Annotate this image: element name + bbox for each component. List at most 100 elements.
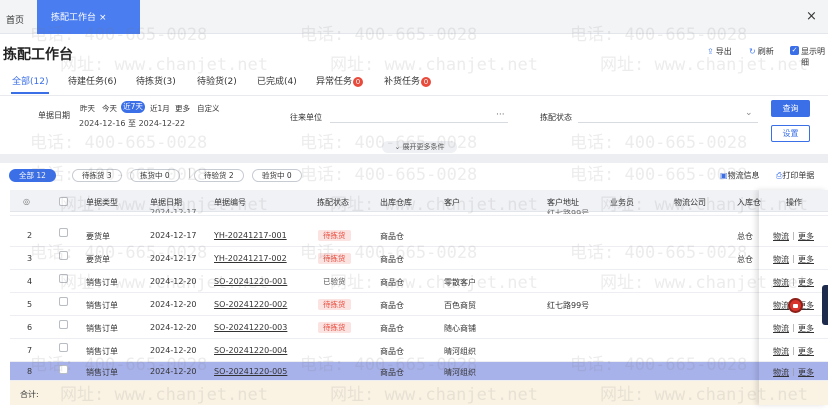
row-checkbox[interactable] xyxy=(59,343,68,352)
pill-waiting-check[interactable]: 待验货 2 xyxy=(194,169,244,182)
date-custom[interactable]: 自定义 xyxy=(197,103,220,114)
col-logistics[interactable]: 物流公司 xyxy=(674,197,706,208)
tab-waiting-check[interactable]: 待验货(2) xyxy=(197,74,237,87)
logistics-info-button[interactable]: ▣物流信息 xyxy=(720,170,760,181)
show-detail-checkbox[interactable]: ✓ xyxy=(790,46,799,55)
partner-more-icon[interactable]: ··· xyxy=(496,110,505,120)
row-number: 8 xyxy=(27,367,33,376)
col-warehouse[interactable]: 出库仓库 xyxy=(380,197,412,208)
side-drawer-tab[interactable] xyxy=(822,285,828,325)
row-checkbox[interactable] xyxy=(59,228,68,237)
window-close-icon[interactable]: × xyxy=(806,9,817,24)
cell-date: 2024-12-20 xyxy=(150,300,197,309)
pill-picking[interactable]: 拣货中 0 xyxy=(130,169,180,182)
export-button[interactable]: ⇪ 导出 xyxy=(707,46,732,57)
partner-input[interactable] xyxy=(330,122,508,123)
tab-waiting-pick[interactable]: 待拣货(3) xyxy=(136,74,176,87)
col-date[interactable]: 单据日期 xyxy=(150,197,182,208)
pill-all[interactable]: 全部 12 xyxy=(9,169,56,182)
table-row[interactable] xyxy=(10,270,828,293)
logistics-link[interactable]: 物流 xyxy=(773,300,789,311)
row-checkbox[interactable] xyxy=(59,274,68,283)
date-today[interactable]: 今天 xyxy=(102,103,117,114)
pill-waiting-pick[interactable]: 待拣货 3 xyxy=(72,169,122,182)
col-customer[interactable]: 客户 xyxy=(444,197,460,208)
row-checkbox[interactable] xyxy=(59,365,68,374)
cell-customer: 晴河组织 xyxy=(444,347,476,356)
tab-label: 拣配工作台 xyxy=(51,13,97,23)
table-row[interactable] xyxy=(10,212,828,216)
row-settings-icon[interactable]: ◎ xyxy=(23,197,30,206)
status-badge: 待拣货 xyxy=(318,230,351,241)
print-button[interactable]: ⎙打印单据 xyxy=(776,170,814,181)
date-more[interactable]: 更多 xyxy=(175,103,190,114)
expand-more-conditions[interactable]: ⌄ 展开更多条件 xyxy=(382,141,457,153)
row-checkbox[interactable] xyxy=(59,297,68,306)
cell-code-link[interactable]: YH-20241217-001 xyxy=(214,231,287,240)
floating-assistant-button[interactable] xyxy=(788,298,803,313)
more-link[interactable]: 更多 xyxy=(798,323,814,334)
col-code[interactable]: 单据编号 xyxy=(214,197,246,208)
logistics-link[interactable]: 物流 xyxy=(773,367,789,378)
tab-pending-create[interactable]: 待建任务(6) xyxy=(68,74,117,87)
pill-separator: | xyxy=(188,168,192,179)
more-link[interactable]: 更多 xyxy=(798,346,814,357)
row-number: 2 xyxy=(27,231,33,240)
cell-date: 2024-12-17 xyxy=(150,254,197,263)
table-row-selected[interactable] xyxy=(10,362,828,381)
col-in-warehouse[interactable]: 入库仓 xyxy=(737,197,761,208)
col-salesman[interactable]: 业务员 xyxy=(610,197,634,208)
table-row[interactable] xyxy=(10,339,828,362)
action-separator: | xyxy=(792,254,795,263)
col-type[interactable]: 单据类型 xyxy=(86,197,118,208)
refresh-button[interactable]: ↻ 刷新 xyxy=(749,46,774,57)
table-row[interactable] xyxy=(10,247,828,270)
cell-code-link[interactable]: SO-20241220-004 xyxy=(214,346,287,355)
col-status[interactable]: 拣配状态 xyxy=(317,197,349,208)
query-button[interactable]: 查询 xyxy=(771,100,810,117)
cell-code-link[interactable]: YH-20241217-002 xyxy=(214,254,287,263)
tab-home[interactable]: 首页 xyxy=(6,13,24,26)
more-link[interactable]: 更多 xyxy=(798,277,814,288)
table-row[interactable] xyxy=(10,316,828,339)
tab-exception[interactable]: 异常任务 0 xyxy=(316,74,364,87)
status-badge-text: 待拣货 xyxy=(318,322,351,333)
more-link[interactable]: 更多 xyxy=(798,231,814,242)
logistics-link[interactable]: 物流 xyxy=(773,254,789,265)
watermark-site: 网址: www.chanjet.net xyxy=(60,55,268,75)
settings-button[interactable]: 设置 xyxy=(771,125,810,142)
logistics-link[interactable]: 物流 xyxy=(773,346,789,357)
row-checkbox[interactable] xyxy=(59,320,68,329)
table-row[interactable] xyxy=(10,293,828,316)
action-separator: | xyxy=(792,367,795,376)
cell-code-link[interactable]: SO-20241220-001 xyxy=(214,277,287,286)
table-row[interactable] xyxy=(10,224,828,247)
tab-all[interactable]: 全部(12) xyxy=(12,74,48,87)
logistics-link[interactable]: 物流 xyxy=(773,323,789,334)
date-last-month[interactable]: 近1月 xyxy=(150,103,170,114)
date-range[interactable]: 2024-12-16 至 2024-12-22 xyxy=(79,118,185,129)
date-yesterday[interactable]: 昨天 xyxy=(80,103,95,114)
row-checkbox[interactable] xyxy=(59,251,68,260)
expand-label: 展开更多条件 xyxy=(402,143,445,151)
more-link[interactable]: 更多 xyxy=(798,367,814,378)
select-all-checkbox[interactable] xyxy=(59,197,68,206)
pill-checking[interactable]: 验货中 0 xyxy=(252,169,302,182)
show-detail-label: 显示明细 xyxy=(801,47,825,67)
cell-code-link[interactable]: SO-20241220-002 xyxy=(214,300,287,309)
cell-code-link[interactable]: SO-20241220-003 xyxy=(214,323,287,332)
row-number: 4 xyxy=(27,277,33,286)
chevron-down-icon[interactable]: ⌄ xyxy=(745,108,753,118)
status-badge: 待拣货 xyxy=(318,322,351,333)
pick-status-select[interactable] xyxy=(578,122,758,123)
logistics-link[interactable]: 物流 xyxy=(773,231,789,242)
logistics-link[interactable]: 物流 xyxy=(773,277,789,288)
tab-completed[interactable]: 已完成(4) xyxy=(257,74,297,87)
tab-pick-workbench[interactable]: 拣配工作台 × xyxy=(37,0,140,34)
date-last7days[interactable]: 近7天 xyxy=(121,101,145,113)
col-address[interactable]: 客户地址 xyxy=(547,197,579,208)
cell-code-link[interactable]: SO-20241220-005 xyxy=(214,367,287,376)
tab-replenish[interactable]: 补货任务 0 xyxy=(384,74,432,87)
tab-close-icon[interactable]: × xyxy=(99,13,107,23)
more-link[interactable]: 更多 xyxy=(798,254,814,265)
